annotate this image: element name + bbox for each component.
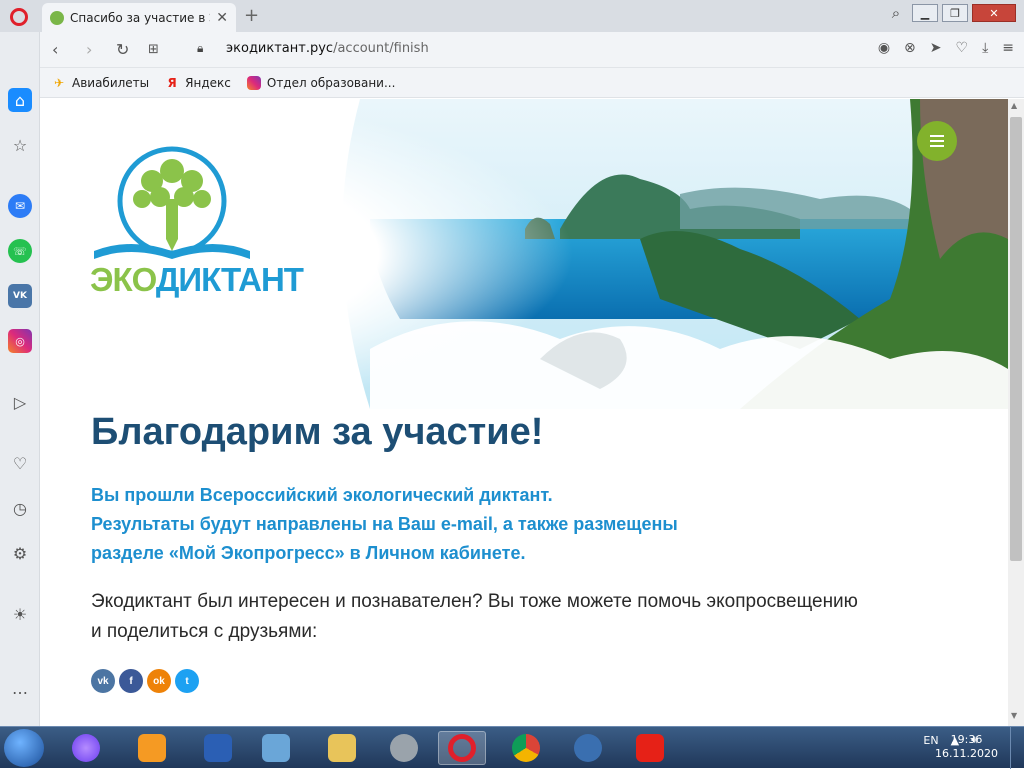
more-icon[interactable]: … xyxy=(8,676,32,700)
bookmark-aviabilety[interactable]: ✈ Авиабилеты xyxy=(52,76,149,90)
settings-gear-icon[interactable]: ⚙ xyxy=(8,541,32,565)
bookmark-otdel[interactable]: Отдел образовани... xyxy=(246,75,396,90)
minimize-button[interactable]: ▁ xyxy=(912,4,938,22)
word-icon[interactable] xyxy=(194,731,242,765)
lead-text: Вы прошли Всероссийский экологический ди… xyxy=(91,481,678,568)
scroll-down-icon[interactable]: ▼ xyxy=(1011,711,1017,720)
clock-date: 16.11.2020 xyxy=(935,747,998,760)
lock-icon: 🔒︎ xyxy=(197,41,204,55)
tab-search-icon[interactable]: ⌕ xyxy=(884,4,908,22)
body-line: Экодиктант был интересен и познавателен?… xyxy=(91,591,858,612)
lead-line: Результаты будут направлены на Ваш e-mai… xyxy=(91,514,678,534)
plane-icon: ✈ xyxy=(53,75,65,90)
send-icon[interactable]: ➤ xyxy=(930,40,942,56)
body-text: Экодиктант был интересен и познавателен?… xyxy=(91,587,858,647)
url-path: /account/finish xyxy=(333,41,429,56)
close-window-button[interactable]: ✕ xyxy=(972,4,1016,22)
thunderbird-icon[interactable] xyxy=(564,731,612,765)
tab-favicon-icon xyxy=(50,10,64,25)
flow-icon[interactable]: ▷ xyxy=(8,390,32,414)
speed-dial-icon[interactable]: ⊞ xyxy=(148,42,159,57)
alice-icon[interactable] xyxy=(62,731,110,765)
share-ok-button[interactable]: ok xyxy=(147,669,171,693)
url-field[interactable]: экодиктант.рус/account/finish xyxy=(226,41,429,56)
yandex-icon: Я xyxy=(167,75,177,90)
bookmark-label: Авиабилеты xyxy=(72,75,150,90)
lead-line: Вы прошли Всероссийский экологический ди… xyxy=(91,485,553,505)
opera-logo-icon[interactable] xyxy=(10,8,28,26)
media-player-icon[interactable] xyxy=(128,731,176,765)
show-desktop-button[interactable] xyxy=(1010,727,1024,769)
body-line: и поделиться с друзьями: xyxy=(91,621,318,642)
page-title: Благодарим за участие! xyxy=(91,411,544,453)
favorites-heart-icon[interactable]: ♡ xyxy=(8,451,32,475)
share-buttons: vk f ok t xyxy=(91,669,199,693)
download-icon[interactable]: ⤓ xyxy=(982,40,988,56)
tab-bar: Спасибо за участие в Экод ✕ + ⌕ ▁ ❐ ✕ xyxy=(0,0,1024,32)
video-reel-icon[interactable] xyxy=(380,731,428,765)
logo-wordmark: ЭКОДИКТАНТ xyxy=(90,261,304,299)
logo-eko: ЭКО xyxy=(90,261,157,298)
lead-line: разделе «Мой Экопрогресс» в Личном кабин… xyxy=(91,543,526,563)
maximize-button[interactable]: ❐ xyxy=(942,4,968,22)
bookmarks-bar: ✈ Авиабилеты Я Яндекс Отдел образовани..… xyxy=(40,68,1024,98)
scroll-up-icon[interactable]: ▲ xyxy=(1011,101,1017,110)
scrollbar-thumb[interactable] xyxy=(1010,117,1022,561)
web-page: ЭКОДИКТАНТ Благодарим за участие! Вы про… xyxy=(40,99,1008,726)
explorer-folder-icon[interactable] xyxy=(318,731,366,765)
page-scrollbar[interactable]: ▲ ▼ xyxy=(1008,99,1024,726)
opera-sidebar: ⌂ ☆ ✉ ☏ VK ◎ ▷ ♡ ◷ ⚙ ☀ … xyxy=(0,32,40,726)
vk-icon[interactable]: VK xyxy=(8,284,32,308)
picture-viewer-icon[interactable] xyxy=(252,731,300,765)
clock[interactable]: 19:36 16.11.2020 xyxy=(935,733,998,761)
tab-close-icon[interactable]: ✕ xyxy=(216,10,228,26)
new-tab-icon[interactable]: + xyxy=(244,5,259,26)
start-button[interactable] xyxy=(4,729,44,767)
reload-icon[interactable]: ↻ xyxy=(116,40,129,59)
heart-icon[interactable]: ♡ xyxy=(956,40,969,56)
bookmark-label: Яндекс xyxy=(185,75,231,90)
back-icon[interactable]: ‹ xyxy=(52,40,58,59)
chrome-icon[interactable] xyxy=(502,731,550,765)
share-twitter-button[interactable]: t xyxy=(175,669,199,693)
share-vk-button[interactable]: vk xyxy=(91,669,115,693)
opera-taskbar-icon[interactable] xyxy=(438,731,486,765)
yandex-browser-icon[interactable] xyxy=(626,731,674,765)
messenger-icon[interactable]: ✉ xyxy=(8,194,32,218)
adblock-icon[interactable]: ⊗ xyxy=(904,40,916,56)
history-icon[interactable]: ◷ xyxy=(8,496,32,520)
tab-active[interactable]: Спасибо за участие в Экод ✕ xyxy=(42,3,236,32)
whatsapp-icon[interactable]: ☏ xyxy=(8,239,32,263)
logo-diktant: ДИКТАНТ xyxy=(155,261,304,298)
url-host: экодиктант.рус xyxy=(226,41,334,56)
windows-taskbar: EN ▲ 🔊︎ 19:36 16.11.2020 xyxy=(0,726,1024,769)
snapshot-icon[interactable]: ◉ xyxy=(878,40,890,56)
tab-title: Спасибо за участие в Экод xyxy=(70,10,210,25)
instagram-sidebar-icon[interactable]: ◎ xyxy=(8,329,32,353)
forward-icon[interactable]: › xyxy=(86,40,92,59)
instagram-icon xyxy=(246,75,261,90)
bookmark-yandex[interactable]: Я Яндекс xyxy=(165,76,231,90)
clock-time: 19:36 xyxy=(950,733,983,746)
star-icon[interactable]: ☆ xyxy=(8,133,32,157)
tips-bulb-icon[interactable]: ☀ xyxy=(8,602,32,626)
share-facebook-button[interactable]: f xyxy=(119,669,143,693)
bookmark-label: Отдел образовани... xyxy=(266,75,396,90)
address-bar: ‹ › ↻ ⊞ 🔒︎ экодиктант.рус/account/finish… xyxy=(40,32,1024,68)
hamburger-menu-button[interactable] xyxy=(917,121,957,161)
easy-setup-icon[interactable]: ≡ xyxy=(1002,40,1014,56)
home-icon[interactable]: ⌂ xyxy=(8,88,32,112)
